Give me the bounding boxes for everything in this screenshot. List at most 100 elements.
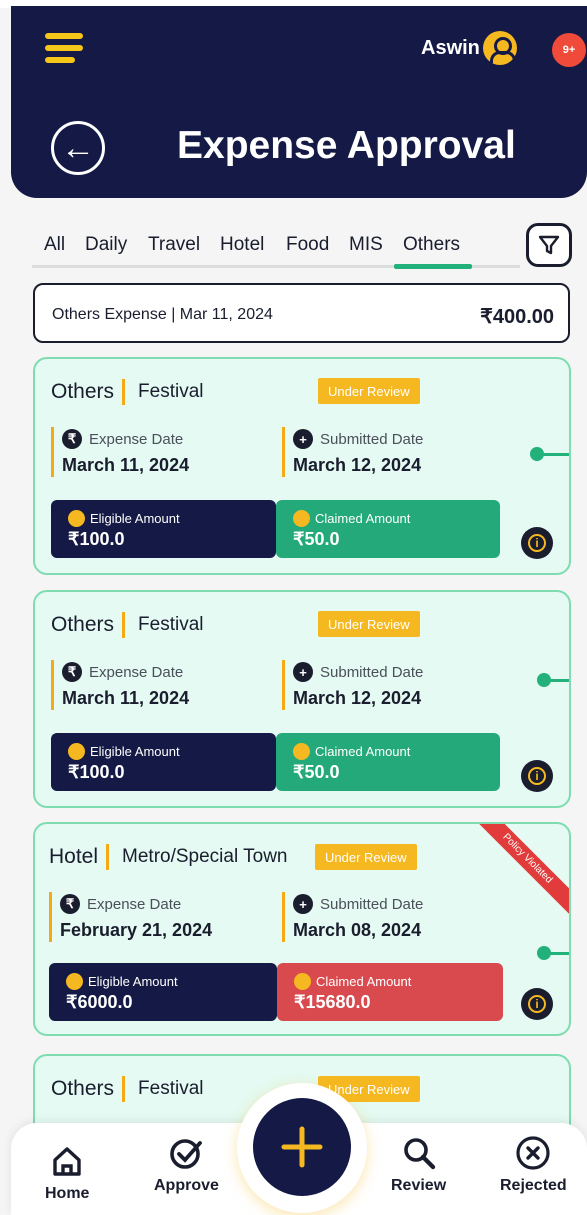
active-tab-indicator (394, 264, 472, 269)
side-indicator-line (547, 952, 569, 955)
info-button[interactable]: i (521, 988, 553, 1020)
expense-date-block: ₹ Expense Date February 21, 2024 (49, 892, 212, 942)
expense-card[interactable]: Others Festival Under Review ₹ Expense Da… (33, 590, 571, 808)
expense-date-label: Expense Date (87, 895, 182, 913)
tab-all[interactable]: All (44, 234, 65, 256)
coin-icon (293, 743, 310, 760)
nav-rejected[interactable]: Rejected (500, 1135, 567, 1195)
nav-approve-label: Approve (154, 1177, 219, 1194)
title-separator (122, 1076, 126, 1102)
card-subtype: Metro/Special Town (122, 846, 288, 867)
rupee-icon: ₹ (62, 429, 82, 449)
coin-icon (294, 973, 311, 990)
title-separator (122, 379, 126, 405)
claimed-amount-box: Claimed Amount ₹15680.0 (277, 963, 503, 1021)
claimed-amount-value: ₹50.0 (293, 529, 340, 549)
eligible-amount-value: ₹100.0 (68, 762, 125, 782)
tab-others[interactable]: Others (403, 234, 460, 256)
card-title: Hotel Metro/Special Town (49, 844, 287, 870)
eligible-amount-label: Eligible Amount (88, 974, 178, 989)
user-avatar-icon[interactable] (483, 31, 517, 65)
search-icon (403, 1138, 435, 1170)
info-button[interactable]: i (521, 760, 553, 792)
add-expense-button[interactable] (253, 1098, 351, 1196)
tab-food[interactable]: Food (286, 234, 329, 256)
card-subtype: Festival (138, 1078, 204, 1099)
filter-button[interactable] (526, 223, 572, 267)
tab-daily[interactable]: Daily (85, 234, 127, 256)
card-type: Others (51, 613, 115, 636)
status-badge: Under Review (315, 844, 417, 870)
submitted-date-value: March 08, 2024 (293, 920, 422, 940)
summary-category: Others Expense (52, 306, 167, 323)
summary-separator: | (171, 306, 176, 323)
submitted-date-block: + Submitted Date March 08, 2024 (282, 892, 423, 942)
title-separator (122, 612, 126, 638)
claimed-amount-value: ₹15680.0 (294, 992, 371, 1012)
side-indicator-line (540, 453, 569, 456)
card-subtype: Festival (138, 614, 204, 635)
claimed-amount-label: Claimed Amount (316, 974, 412, 989)
hamburger-menu-icon[interactable] (45, 33, 83, 65)
filter-icon (538, 235, 560, 255)
status-badge: Under Review (318, 378, 420, 404)
nav-review[interactable]: Review (391, 1135, 446, 1195)
eligible-amount-label: Eligible Amount (90, 744, 180, 759)
nav-approve[interactable]: Approve (154, 1135, 219, 1195)
home-icon (53, 1147, 81, 1176)
page-title: Expense Approval (177, 124, 516, 167)
eligible-amount-label: Eligible Amount (90, 511, 180, 526)
claimed-amount-box: Claimed Amount ₹50.0 (276, 500, 500, 558)
card-type: Others (51, 380, 115, 403)
info-icon: i (528, 534, 546, 552)
back-arrow-icon[interactable]: ← (51, 121, 105, 175)
tab-mis[interactable]: MIS (349, 234, 383, 256)
expense-date-block: ₹ Expense Date March 11, 2024 (51, 660, 189, 710)
coin-icon (68, 743, 85, 760)
eligible-amount-value: ₹100.0 (68, 529, 125, 549)
coin-icon (66, 973, 83, 990)
expense-summary: Others Expense | Mar 11, 2024 ₹400.00 (33, 283, 570, 343)
expense-card[interactable]: Others Festival Under Review ₹ Expense Da… (33, 357, 571, 575)
check-circle-icon (170, 1139, 203, 1169)
eligible-amount-box: Eligible Amount ₹100.0 (51, 733, 276, 791)
app-header: Aswin 9+ ← Expense Approval (11, 6, 587, 198)
nav-home[interactable]: Home (45, 1143, 89, 1203)
info-button[interactable]: i (521, 527, 553, 559)
eligible-amount-value: ₹6000.0 (66, 992, 133, 1012)
tab-hotel[interactable]: Hotel (220, 234, 264, 256)
expense-card[interactable]: Hotel Metro/Special Town Under Review Po… (33, 822, 571, 1036)
submitted-date-value: March 12, 2024 (293, 688, 422, 708)
close-circle-icon (516, 1136, 550, 1170)
user-name: Aswin (421, 37, 480, 59)
expense-date-value: February 21, 2024 (60, 920, 213, 940)
claimed-amount-box: Claimed Amount ₹50.0 (276, 733, 500, 791)
nav-rejected-label: Rejected (500, 1177, 567, 1194)
expense-date-label: Expense Date (89, 663, 184, 681)
summary-total: ₹400.00 (480, 306, 554, 328)
coin-icon (68, 510, 85, 527)
coin-icon (293, 510, 310, 527)
expense-date-label: Expense Date (89, 430, 184, 448)
plus-icon: + (293, 429, 313, 449)
expense-date-value: March 11, 2024 (62, 688, 190, 708)
policy-violated-ribbon: Policy Violated (471, 824, 569, 915)
submitted-date-label: Submitted Date (320, 663, 424, 681)
claimed-amount-value: ₹50.0 (293, 762, 340, 782)
submitted-date-label: Submitted Date (320, 895, 424, 913)
submitted-date-block: + Submitted Date March 12, 2024 (282, 660, 423, 710)
title-separator (106, 844, 110, 870)
eligible-amount-box: Eligible Amount ₹6000.0 (49, 963, 277, 1021)
nav-review-label: Review (391, 1177, 447, 1194)
card-title: Others Festival (51, 612, 204, 638)
tab-travel[interactable]: Travel (148, 234, 200, 256)
plus-icon: + (293, 662, 313, 682)
submitted-date-value: March 12, 2024 (293, 455, 422, 475)
category-tabs: All Daily Travel Hotel Food MIS Others (32, 232, 522, 272)
submitted-date-label: Submitted Date (320, 430, 424, 448)
claimed-amount-label: Claimed Amount (315, 511, 411, 526)
expense-date-block: ₹ Expense Date March 11, 2024 (51, 427, 189, 477)
card-subtype: Festival (138, 381, 204, 402)
summary-label: Others Expense | Mar 11, 2024 (52, 306, 273, 324)
notification-badge[interactable]: 9+ (552, 33, 586, 67)
